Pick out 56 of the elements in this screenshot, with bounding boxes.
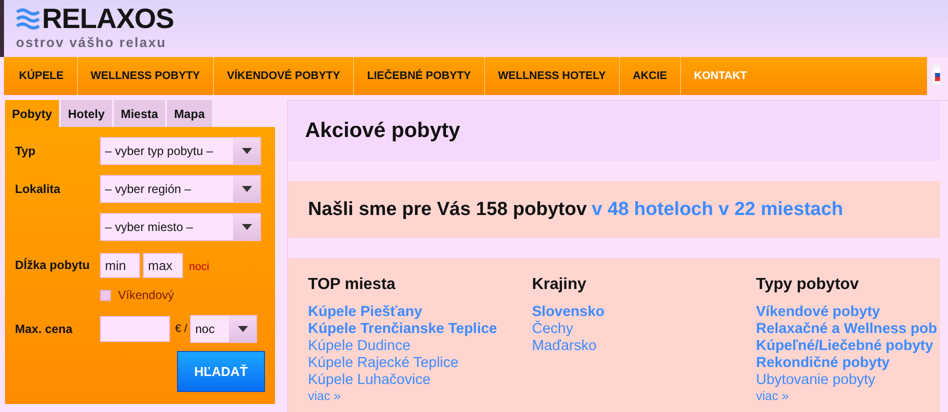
- list-link[interactable]: Relaxačné a Wellness pob: [756, 321, 938, 338]
- field-label: Lokalita: [15, 182, 62, 196]
- list-link[interactable]: Kúpele Luhačovice: [308, 372, 431, 389]
- nav-link[interactable]: LIEČEBNÉ POBYTY: [354, 57, 486, 95]
- field-label: Dĺžka pobytu: [15, 258, 91, 272]
- checkbox[interactable]: [100, 290, 111, 300]
- currency-label: € /: [175, 323, 188, 335]
- list-link[interactable]: Maďarsko: [532, 338, 597, 355]
- caret-icon: [242, 186, 252, 192]
- select-field[interactable]: noc: [190, 315, 258, 343]
- column-heading: TOP miesta: [308, 276, 396, 294]
- caret-icon: [242, 148, 252, 154]
- list-link[interactable]: Ubytovanie pobyty: [756, 372, 876, 389]
- column-heading: Krajiny: [532, 276, 586, 294]
- select-field[interactable]: – vyber miesto –: [100, 213, 261, 241]
- unit-label: noci: [189, 261, 210, 273]
- more-link[interactable]: viac »: [756, 389, 789, 404]
- search-tab[interactable]: Mapa: [167, 100, 212, 127]
- nav-link[interactable]: AKCIE: [620, 57, 682, 95]
- select-field[interactable]: – vyber región –: [100, 175, 261, 203]
- price-input[interactable]: [100, 316, 170, 342]
- search-tab[interactable]: Hotely: [61, 100, 112, 127]
- nav-link[interactable]: WELLNESS HOTELY: [485, 57, 620, 95]
- list-link[interactable]: Kúpele Trenčianske Teplice: [308, 321, 498, 338]
- more-link[interactable]: viac »: [308, 389, 341, 404]
- list-link[interactable]: Slovensko: [532, 304, 605, 321]
- page-title: Akciové pobyty: [305, 119, 460, 143]
- list-link[interactable]: Rekondičné pobyty: [756, 355, 890, 372]
- nav-link[interactable]: VÍKENDOVÉ POBYTY: [214, 57, 354, 95]
- select-field[interactable]: – vyber typ pobytu –: [100, 137, 261, 165]
- caret-icon: [242, 224, 252, 230]
- logo-tagline: ostrov vášho relaxu: [16, 36, 166, 50]
- logo-text[interactable]: RELAXOS: [42, 4, 174, 34]
- search-button[interactable]: HĽADAŤ: [177, 351, 265, 392]
- search-tab[interactable]: Miesta: [114, 100, 166, 127]
- nav-link[interactable]: WELLNESS POBYTY: [78, 57, 214, 95]
- list-link[interactable]: Kúpele Dudince: [308, 338, 410, 355]
- min-input[interactable]: min: [100, 252, 140, 278]
- checkbox-label[interactable]: Víkendový: [118, 288, 174, 302]
- results-link[interactable]: v 48 hoteloch v 22 miestach: [592, 198, 844, 220]
- list-link[interactable]: Kúpeľné/Liečebné pobyty: [756, 338, 934, 355]
- results-text: Našli sme pre Vás 158 pobytov: [308, 198, 587, 220]
- field-label: Max. cena: [15, 322, 74, 336]
- waves-icon: [16, 8, 40, 30]
- caret-icon: [238, 326, 248, 332]
- field-label: Typ: [15, 144, 36, 158]
- search-tab[interactable]: Pobyty: [5, 100, 60, 127]
- column-heading: Typy pobytov: [756, 276, 859, 294]
- nav-link[interactable]: KONTAKT: [681, 57, 760, 95]
- list-link[interactable]: Víkendové pobyty: [756, 304, 880, 321]
- flag-icon[interactable]: [932, 65, 940, 85]
- list-link[interactable]: Kúpele Rajecké Teplice: [308, 355, 458, 372]
- list-link[interactable]: Kúpele Piešťany: [308, 304, 422, 321]
- max-input[interactable]: max: [143, 252, 183, 278]
- list-link[interactable]: Čechy: [532, 321, 574, 338]
- nav-link[interactable]: KÚPELE: [6, 57, 78, 95]
